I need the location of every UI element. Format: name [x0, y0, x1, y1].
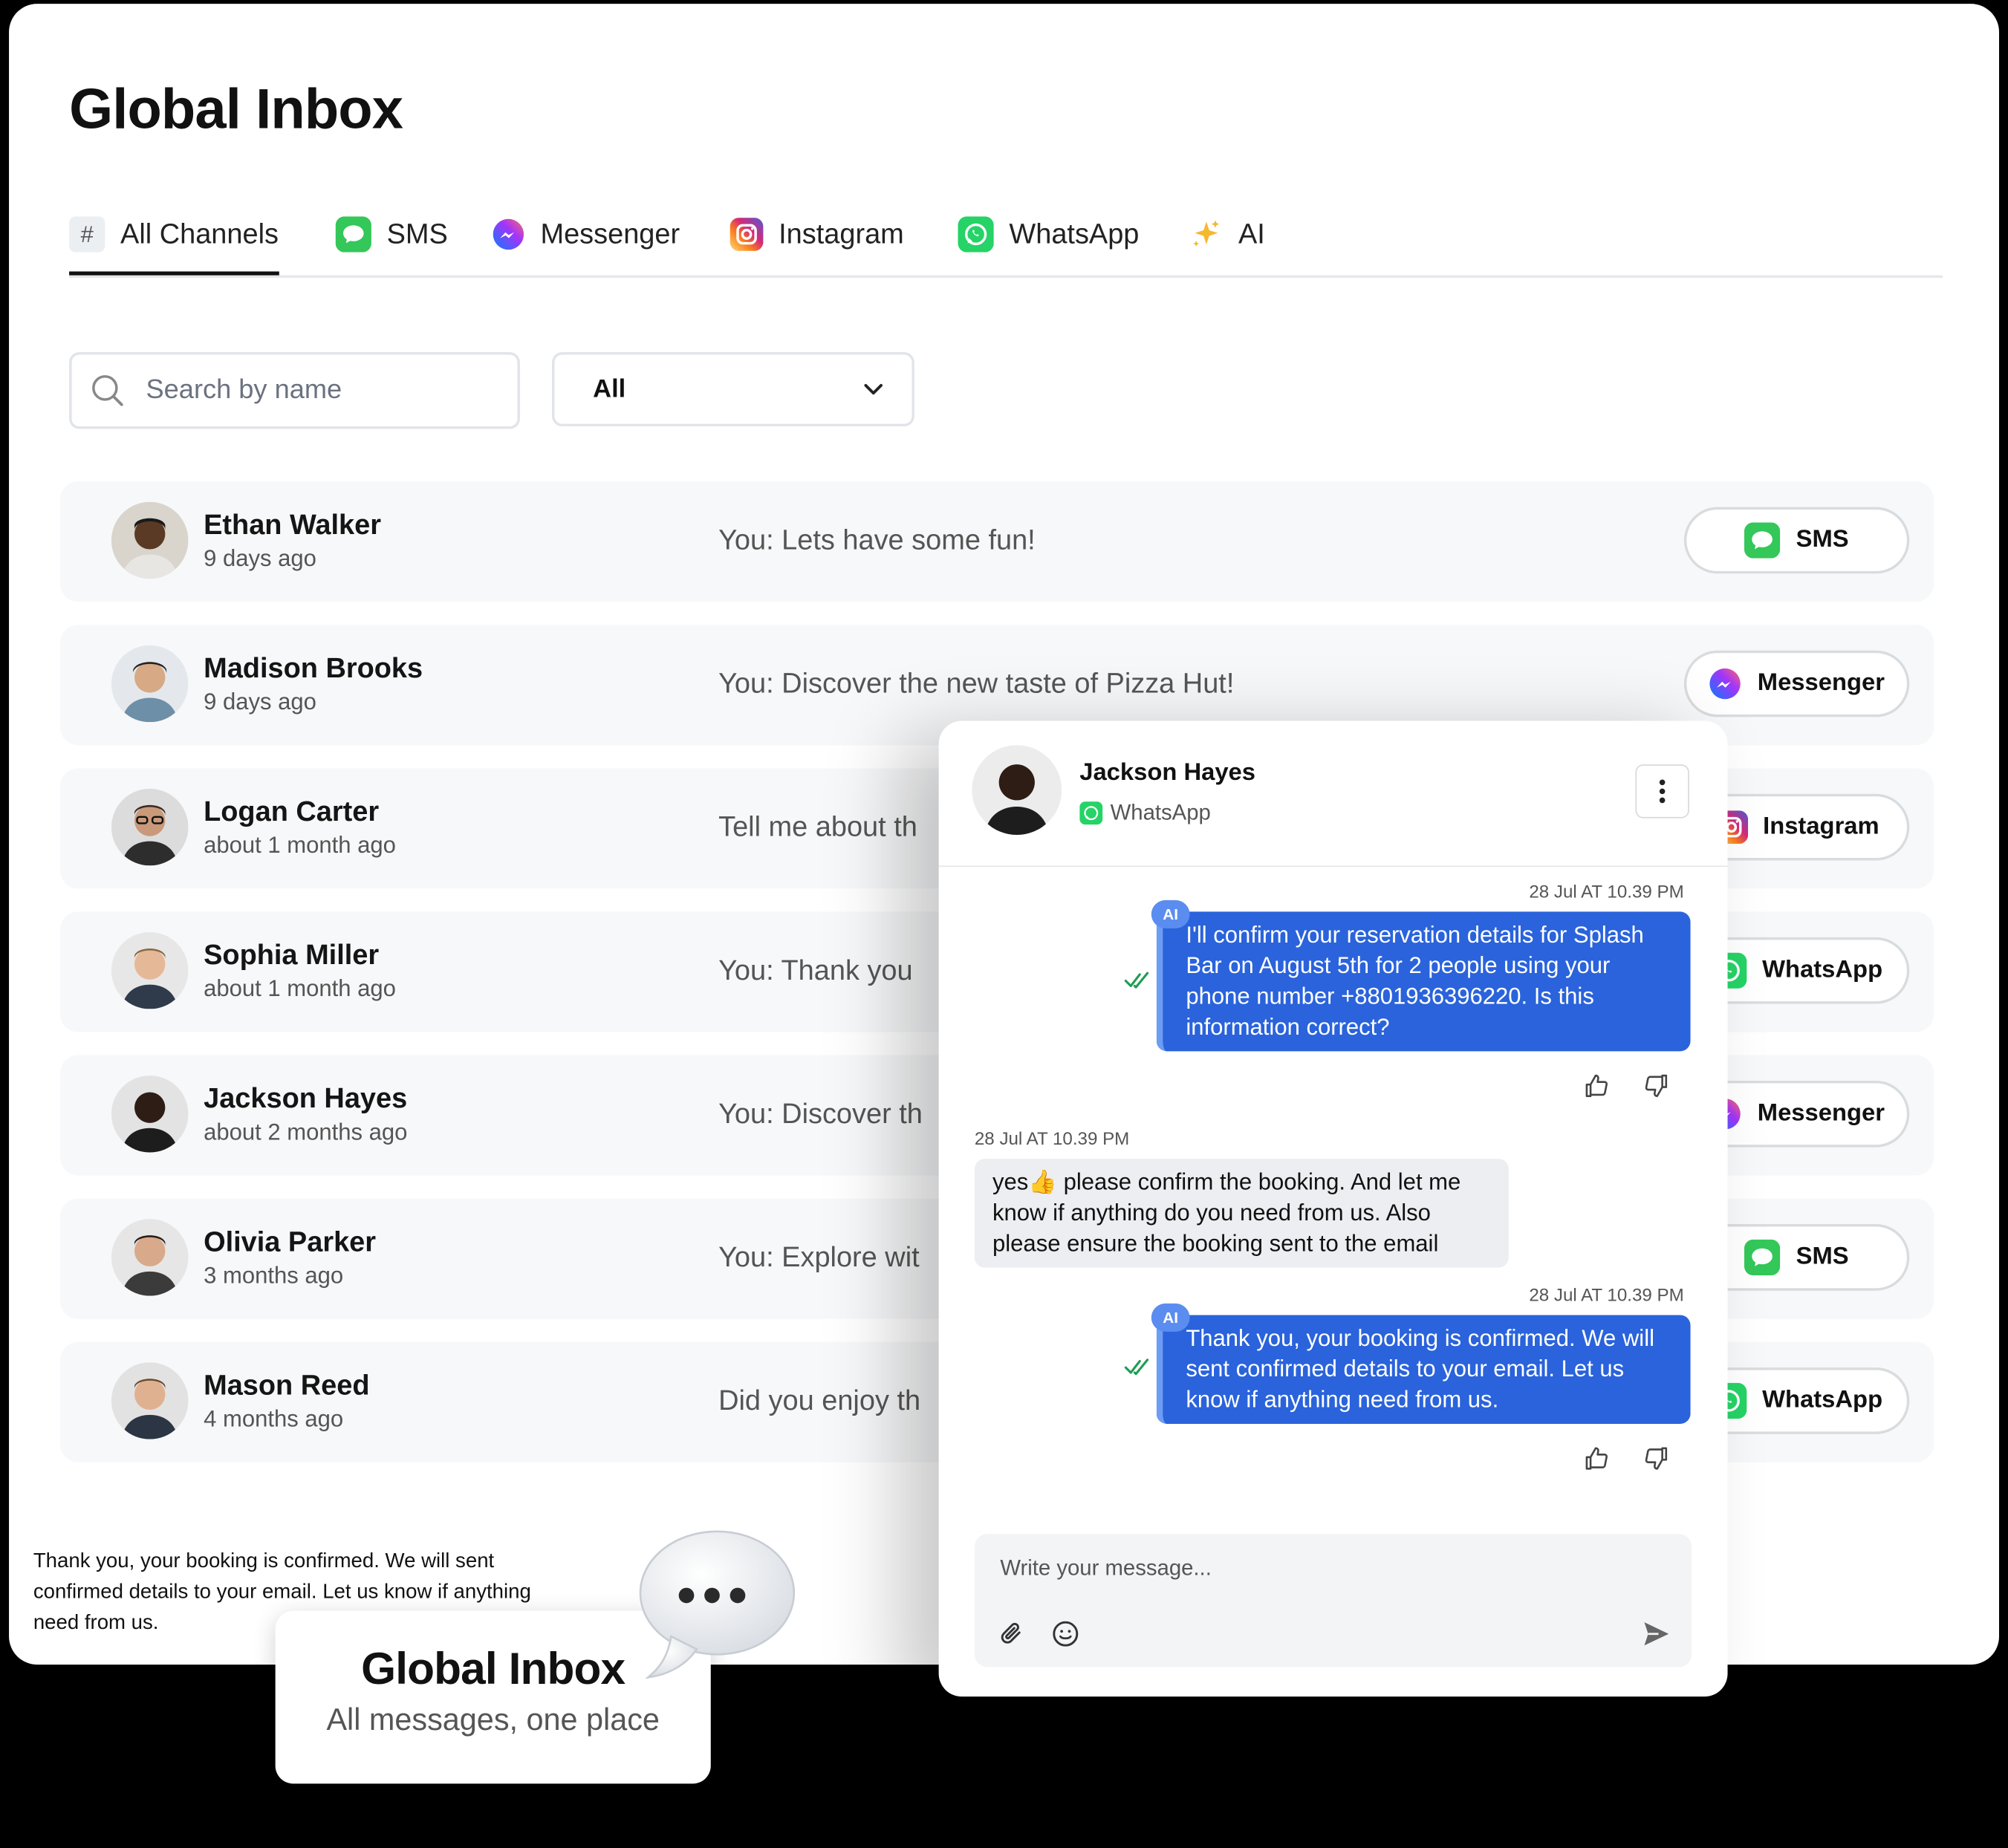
- channel-badge[interactable]: SMS: [1683, 507, 1910, 574]
- avatar: [111, 1076, 189, 1153]
- last-active-time: 9 days ago: [204, 545, 316, 571]
- message-input[interactable]: [997, 1552, 1669, 1586]
- search-box: [69, 352, 520, 429]
- messenger-icon: [493, 218, 524, 250]
- contact-name: Logan Carter: [204, 795, 380, 827]
- contact-name: Olivia Parker: [204, 1225, 377, 1258]
- send-icon[interactable]: [1640, 1618, 1671, 1649]
- thumbs-up-icon[interactable]: [1583, 1073, 1608, 1099]
- last-active-time: 9 days ago: [204, 689, 316, 715]
- sparkle-icon: [1193, 220, 1220, 247]
- message-preview: You: Lets have some fun!: [718, 524, 1036, 556]
- more-vertical-icon: [1659, 779, 1666, 804]
- message-preview: You: Explore wit: [718, 1240, 920, 1273]
- message-preview: Did you enjoy th: [718, 1384, 921, 1416]
- thumbs-down-icon[interactable]: [1644, 1073, 1669, 1099]
- message-timestamp: 28 Jul AT 10.39 PM: [1529, 1284, 1684, 1305]
- search-input[interactable]: [143, 374, 469, 408]
- sms-icon: [1744, 1239, 1781, 1276]
- avatar: [111, 788, 189, 866]
- ai-badge: AI: [1151, 899, 1190, 928]
- avatar: [972, 745, 1062, 835]
- conversation-row[interactable]: Ethan Walker 9 days ago You: Lets have s…: [60, 481, 1934, 602]
- channel-label: Messenger: [1757, 669, 1885, 697]
- tab-label: WhatsApp: [1009, 218, 1140, 250]
- tab-instagram[interactable]: Instagram: [730, 196, 904, 273]
- thumbs-down-icon[interactable]: [1644, 1445, 1669, 1471]
- tab-label: Instagram: [779, 218, 904, 250]
- contact-name: Jackson Hayes: [204, 1081, 408, 1114]
- speech-bubble-icon: [639, 1530, 796, 1679]
- message-preview: You: Discover the new taste of Pizza Hut…: [718, 667, 1235, 700]
- whatsapp-icon: [958, 216, 994, 253]
- tab-sms[interactable]: SMS: [335, 196, 448, 273]
- avatar: [111, 1362, 189, 1439]
- channel-label: WhatsApp: [1762, 956, 1883, 983]
- last-active-time: about 2 months ago: [204, 1119, 408, 1145]
- read-receipt-icon: [1124, 1359, 1149, 1376]
- channel-label: Instagram: [1763, 813, 1879, 840]
- last-active-time: 3 months ago: [204, 1262, 344, 1289]
- message-timestamp: 28 Jul AT 10.39 PM: [1529, 881, 1684, 902]
- emoji-icon[interactable]: [1051, 1620, 1079, 1648]
- chat-contact-channel: WhatsApp: [1079, 800, 1211, 825]
- tab-label: Messenger: [540, 218, 680, 250]
- channel-label: SMS: [1796, 526, 1849, 553]
- page-title: Global Inbox: [69, 78, 403, 141]
- thumbs-up-icon[interactable]: [1583, 1445, 1608, 1471]
- tab-all-channels[interactable]: # All Channels: [69, 196, 279, 276]
- chat-window: Jackson Hayes WhatsApp 28 Jul AT 10.39 P…: [938, 720, 1728, 1697]
- tab-label: All Channels: [120, 218, 279, 250]
- avatar: [111, 1219, 189, 1296]
- chevron-down-icon: [864, 383, 883, 395]
- channel-badge[interactable]: Messenger: [1683, 650, 1910, 718]
- ai-badge: AI: [1151, 1303, 1190, 1332]
- more-options-button[interactable]: [1635, 764, 1689, 819]
- chat-contact-name: Jackson Hayes: [1079, 759, 1255, 787]
- tab-messenger[interactable]: Messenger: [492, 196, 680, 273]
- instagram-icon: [730, 218, 764, 251]
- message-preview: You: Discover th: [718, 1097, 923, 1130]
- channel-label: Messenger: [1757, 1099, 1885, 1128]
- tab-ai[interactable]: AI: [1190, 196, 1265, 273]
- chat-header: Jackson Hayes WhatsApp: [938, 721, 1728, 868]
- channel-label: WhatsApp: [1762, 1386, 1883, 1414]
- tab-whatsapp[interactable]: WhatsApp: [958, 196, 1139, 273]
- message-bubble-outgoing: Thank you, your booking is confirmed. We…: [1156, 1315, 1691, 1424]
- sms-icon: [335, 216, 371, 253]
- search-icon: [92, 375, 123, 406]
- read-receipt-icon: [1124, 972, 1149, 989]
- avatar: [111, 501, 189, 579]
- message-preview: You: Thank you: [718, 954, 913, 986]
- last-active-time: 4 months ago: [204, 1405, 344, 1432]
- hash-icon: #: [69, 216, 105, 253]
- last-active-time: about 1 month ago: [204, 975, 396, 1002]
- tab-label: SMS: [386, 218, 448, 250]
- messenger-icon: [1710, 668, 1741, 700]
- contact-name: Sophia Miller: [204, 938, 380, 971]
- contact-name: Madison Brooks: [204, 651, 423, 684]
- message-timestamp: 28 Jul AT 10.39 PM: [974, 1128, 1130, 1149]
- last-active-time: about 1 month ago: [204, 832, 396, 859]
- avatar: [111, 931, 189, 1009]
- message-bubble-incoming: yes👍 please confirm the booking. And let…: [974, 1159, 1509, 1268]
- filter-select[interactable]: All: [552, 352, 914, 427]
- sms-icon: [1744, 522, 1781, 559]
- message-composer: [974, 1534, 1692, 1668]
- chat-channel-label: WhatsApp: [1110, 800, 1211, 825]
- message-preview: Tell me about th: [718, 810, 917, 843]
- channel-label: SMS: [1796, 1243, 1849, 1271]
- whatsapp-icon: [1079, 801, 1103, 825]
- channel-tabs: # All Channels SMS Messenger Instagram W…: [69, 196, 1943, 279]
- message-bubble-outgoing: I'll confirm your reservation details fo…: [1156, 911, 1691, 1052]
- promo-subtitle: All messages, one place: [326, 1702, 660, 1738]
- tab-label: AI: [1238, 218, 1265, 250]
- contact-name: Ethan Walker: [204, 508, 381, 541]
- paperclip-icon[interactable]: [998, 1620, 1026, 1648]
- avatar: [111, 645, 189, 723]
- contact-name: Mason Reed: [204, 1368, 370, 1401]
- filter-selected-value: All: [593, 374, 626, 403]
